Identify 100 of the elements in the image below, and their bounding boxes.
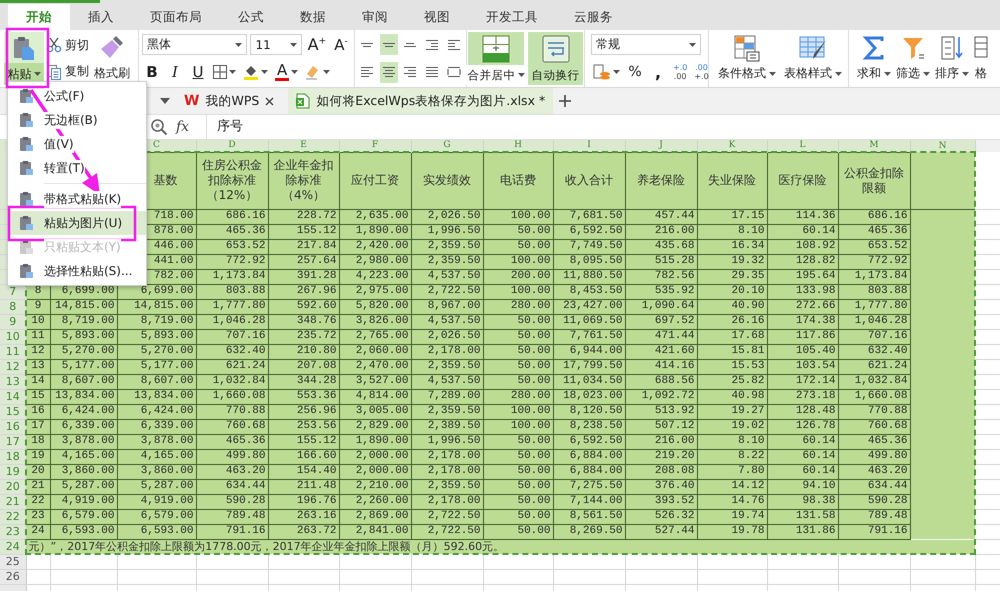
table-cell: 7,275.50 <box>553 479 625 494</box>
table-cell: 8,719.00 <box>50 314 117 329</box>
merge-button[interactable]: 合并居中 <box>468 32 524 85</box>
sum-button[interactable]: 求和 <box>855 32 893 85</box>
table-cell: 1,996.50 <box>411 224 483 239</box>
caret-icon <box>235 42 242 47</box>
shrink-font-button[interactable]: A$^{-}$ <box>330 34 351 56</box>
table-cell: 465.36 <box>838 224 910 239</box>
table-cell: 1,996.50 <box>411 434 483 449</box>
table-cell: 8,607.00 <box>117 374 196 389</box>
table-cell: 195.64 <box>767 269 838 284</box>
decimal-button[interactable]: +.0 .00 <box>671 63 690 81</box>
table-cell: 653.52 <box>838 239 910 254</box>
table-cell: 5,177.00 <box>50 359 117 374</box>
table-cell: 17,799.50 <box>553 359 625 374</box>
conditional-format-button[interactable]: 条件格式 <box>715 32 779 85</box>
sort-button[interactable]: 排序 <box>933 32 971 85</box>
caret-icon <box>229 70 236 74</box>
clipboard-icon <box>18 239 34 255</box>
table-cell: 535.92 <box>625 284 697 299</box>
table-cell: 463.20 <box>838 464 910 479</box>
table-cell: 1,090.64 <box>625 299 697 314</box>
ribbon-tab[interactable]: 审阅 <box>344 4 406 30</box>
document-tab[interactable]: 如何将ExcelWps表格保存为图片.xlsx * <box>288 88 554 114</box>
caret-icon <box>261 70 268 74</box>
ribbon-tab[interactable]: 页面布局 <box>132 4 220 30</box>
sort-icon <box>939 34 965 60</box>
filter-button[interactable]: 筛选 <box>894 32 932 85</box>
table-cell: 465.36 <box>196 434 268 449</box>
italic-button[interactable]: I <box>165 61 185 84</box>
table-cell: 391.28 <box>268 269 339 284</box>
font-name-dropdown[interactable]: 黑体 <box>142 34 248 56</box>
table-cell: 29.35 <box>697 269 767 284</box>
menu-item[interactable]: 粘贴为图片(U) <box>8 211 146 235</box>
align-lines-icon <box>425 40 440 50</box>
grow-font-button[interactable]: A$^{+}$ <box>304 34 328 56</box>
ribbon-tab[interactable]: 开始 <box>8 4 70 30</box>
underline-button[interactable]: U <box>188 61 208 84</box>
caret-icon <box>518 73 524 77</box>
ribbon-tab[interactable]: 插入 <box>70 4 132 30</box>
ribbon-tab[interactable]: 视图 <box>406 4 468 30</box>
caret-icon <box>962 72 969 76</box>
percent-button[interactable]: % <box>625 61 645 83</box>
comma-button[interactable]: , <box>648 61 668 83</box>
table-cell: 6,884.00 <box>553 464 625 479</box>
row-number[interactable]: 26 <box>0 569 26 584</box>
font-color-button[interactable]: A <box>273 61 300 84</box>
document-tab[interactable]: W 我的WPS <box>176 88 282 114</box>
table-cell: 17.15 <box>697 209 767 224</box>
table-cell: 803.88 <box>196 284 268 299</box>
table-cell: 2,359.50 <box>411 359 483 374</box>
table-cell: 621.24 <box>196 359 268 374</box>
table-cell: 6,339.00 <box>117 419 196 434</box>
ribbon-tab[interactable]: 云服务 <box>556 4 631 30</box>
table-cell: 256.96 <box>268 404 339 419</box>
table-cell: 24 <box>26 524 50 539</box>
table-cell: 272.66 <box>767 299 838 314</box>
table-cell: 513.92 <box>625 404 697 419</box>
table-cell: 16.34 <box>697 239 767 254</box>
font-size-dropdown[interactable]: 11 <box>250 34 302 56</box>
table-cell: 8,453.50 <box>553 284 625 299</box>
table-cell: 8,238.50 <box>553 419 625 434</box>
table-cell: 3,005.00 <box>339 404 411 419</box>
caret-icon <box>290 42 297 47</box>
align-button[interactable] <box>380 34 398 56</box>
table-cell: 50.00 <box>483 479 553 494</box>
table-cell: 1,173.84 <box>838 269 910 284</box>
cut-button[interactable]: 剪切 <box>45 34 90 56</box>
header-cell: 失业保险 <box>697 152 767 209</box>
menu-item[interactable]: 公式(F) <box>8 84 146 108</box>
table-cell: 1,046.28 <box>196 314 268 329</box>
number-format-dropdown[interactable]: 常规 <box>591 34 701 55</box>
decimal-button[interactable]: .00 +.0 <box>692 63 711 81</box>
table-cell: 789.48 <box>196 509 268 524</box>
format-painter-button[interactable]: 格式刷 <box>91 32 133 85</box>
ribbon-tab[interactable]: 开发工具 <box>468 4 556 30</box>
table-cell: 2,829.00 <box>339 419 411 434</box>
menu-item[interactable]: 无边框(B) <box>8 108 146 132</box>
table-cell: 60.14 <box>767 224 838 239</box>
table-cell: 50.00 <box>483 509 553 524</box>
table-cell: 154.40 <box>268 464 339 479</box>
table-style-button[interactable]: 表格样式 <box>781 32 845 85</box>
table-cell: 1,777.80 <box>838 299 910 314</box>
table-cell: 1,777.80 <box>196 299 268 314</box>
align-button[interactable] <box>380 62 398 83</box>
table-cell: 155.12 <box>268 224 339 239</box>
function-label[interactable]: fx <box>176 119 198 135</box>
formula-field[interactable]: 序号 <box>206 115 1000 139</box>
caret-icon <box>835 72 842 76</box>
ribbon-tab[interactable]: 公式 <box>220 4 282 30</box>
caret-icon <box>923 72 930 76</box>
table-cell: 8,719.00 <box>117 314 196 329</box>
table-cell: 791.16 <box>196 524 268 539</box>
format-button[interactable]: 格 <box>972 32 990 85</box>
table-cell: 98.38 <box>767 494 838 509</box>
row-number[interactable]: 25 <box>0 554 26 569</box>
wrap-text-button[interactable]: 自动换行 <box>528 32 583 85</box>
ribbon-tab[interactable]: 数据 <box>282 4 344 30</box>
table-cell: 11,880.50 <box>553 269 625 284</box>
bold-button[interactable]: B <box>142 61 162 84</box>
